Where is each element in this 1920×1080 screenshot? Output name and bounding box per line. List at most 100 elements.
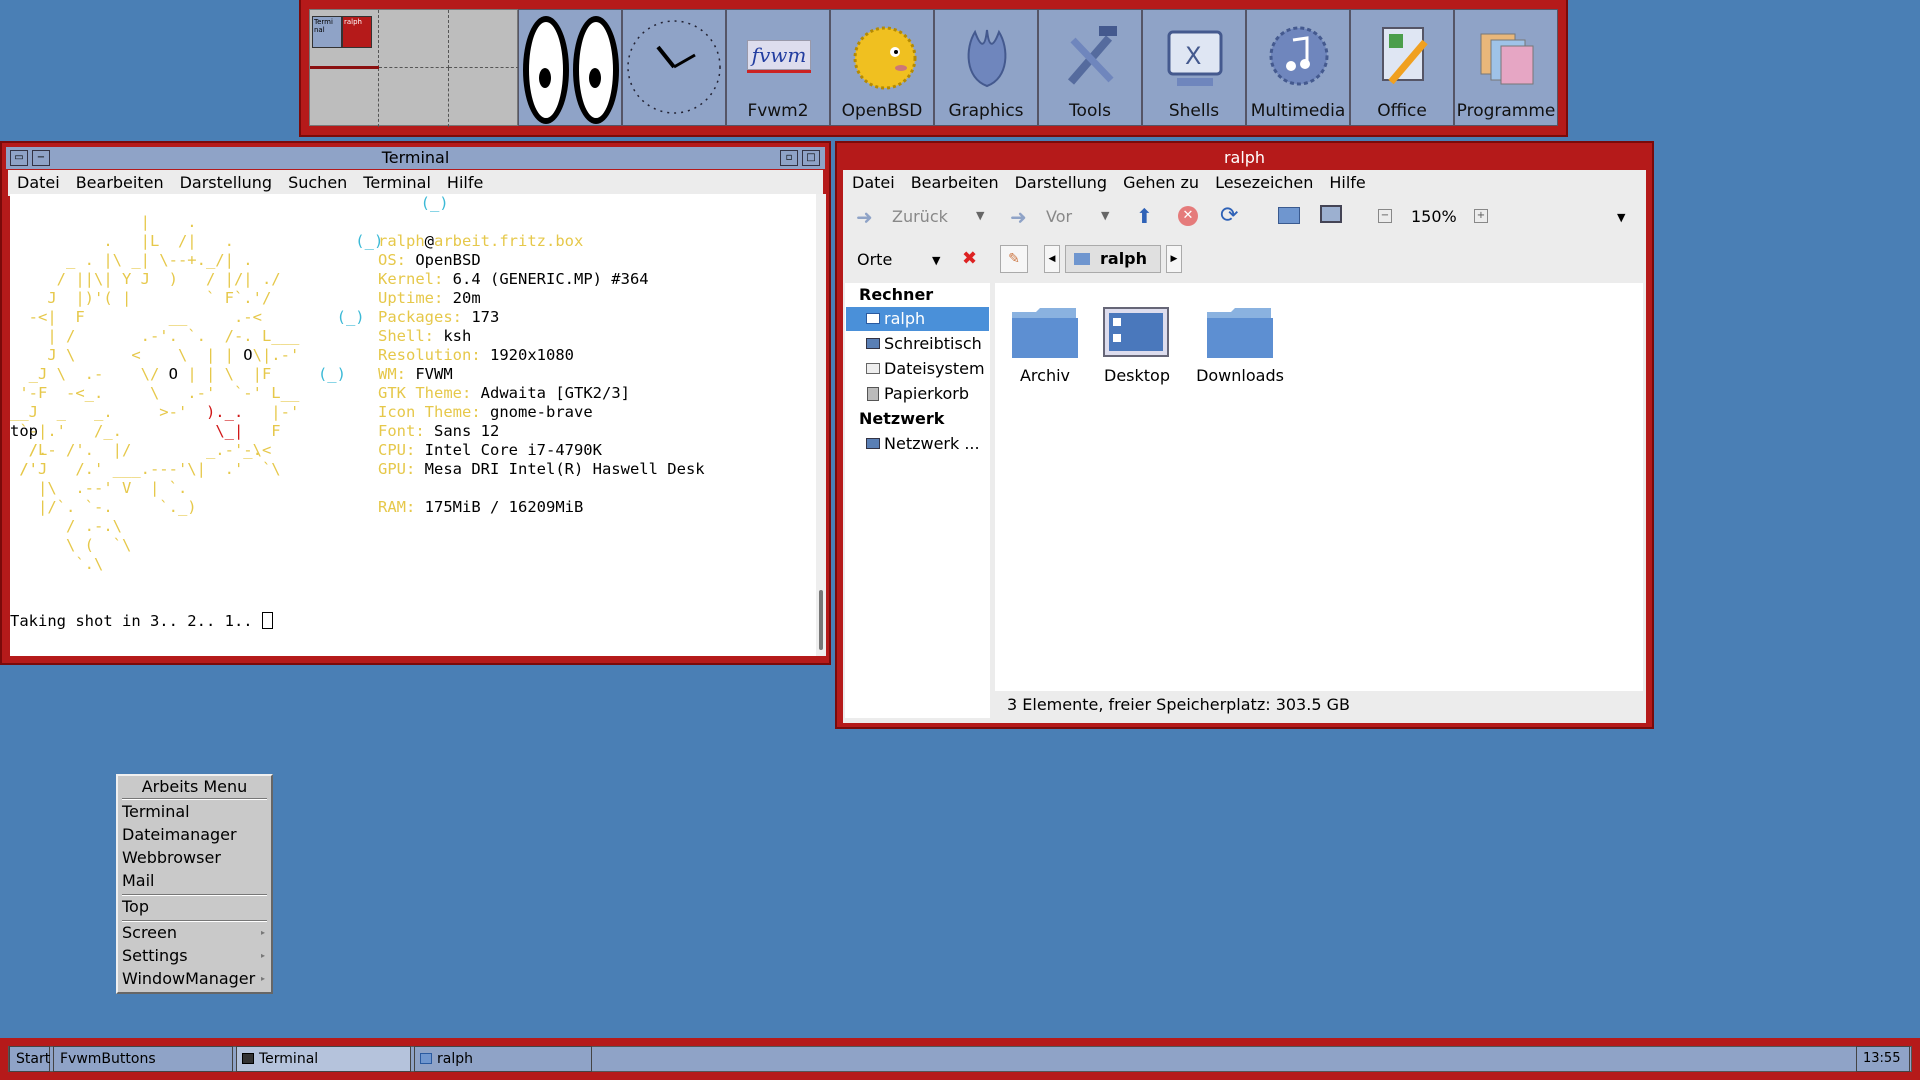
edit-location-icon[interactable]: ✎ xyxy=(1000,245,1028,273)
taskbar-item-ralph[interactable]: ralph xyxy=(414,1046,592,1072)
fvwm2-button[interactable]: fvwm Fvwm2 xyxy=(726,9,830,126)
fm-menu-darstellung[interactable]: Darstellung xyxy=(1015,173,1107,192)
computer-icon[interactable] xyxy=(1320,205,1342,223)
office-button[interactable]: Office xyxy=(1350,9,1454,126)
fm-menu-lesezeichen[interactable]: Lesezeichen xyxy=(1215,173,1313,192)
neofetch-key: OS: xyxy=(378,251,406,269)
sidebar-label-dateisystem: Dateisystem xyxy=(884,359,985,378)
multimedia-button[interactable]: Multimedia xyxy=(1246,9,1350,126)
neofetch-header: ralph@arbeit.fritz.box xyxy=(378,232,583,251)
pager-desk-3[interactable] xyxy=(449,10,519,68)
pager-mini-ralph[interactable]: ralph xyxy=(342,16,372,48)
sidebar-item-ralph[interactable]: ralph xyxy=(846,307,989,331)
forward-dropdown-icon[interactable]: ▼ xyxy=(1101,209,1109,222)
terminal-menu-terminal[interactable]: Terminal xyxy=(363,173,431,192)
pager-mini-terminal[interactable]: Termi nal xyxy=(312,16,342,48)
forward-arrow-icon[interactable]: ➜ xyxy=(1010,205,1027,229)
menu-item-webbrowser[interactable]: Webbrowser xyxy=(122,848,221,867)
file-item-desktop[interactable]: Desktop xyxy=(1102,304,1172,385)
zoom-out-icon[interactable]: − xyxy=(1378,209,1392,223)
shade-icon[interactable]: − xyxy=(32,150,50,166)
tools-button[interactable]: Tools xyxy=(1038,9,1142,126)
menu-item-mail[interactable]: Mail xyxy=(122,871,155,890)
programme-button[interactable]: Programme xyxy=(1454,9,1558,126)
path-left-icon[interactable]: ◀ xyxy=(1044,245,1060,273)
graphics-button[interactable]: Graphics xyxy=(934,9,1038,126)
submenu-arrow-icon: ▸ xyxy=(261,951,266,960)
menu-item-screen[interactable]: Screen xyxy=(122,923,177,942)
terminal-scroll-thumb[interactable] xyxy=(819,590,823,650)
terminal-menu-datei[interactable]: Datei xyxy=(17,173,60,192)
neofetch-value: gnome-brave xyxy=(490,403,593,421)
fm-menu-bearbeiten[interactable]: Bearbeiten xyxy=(911,173,999,192)
pager-desk-2[interactable] xyxy=(379,10,449,68)
menu-item-top[interactable]: Top xyxy=(122,897,149,916)
places-selector-label[interactable]: Orte xyxy=(857,250,892,269)
reload-icon[interactable]: ⟳ xyxy=(1220,203,1238,228)
path-ralph-button[interactable]: ralph xyxy=(1065,245,1161,273)
stop-icon[interactable]: ✕ xyxy=(1178,206,1198,226)
pager-desk-6[interactable] xyxy=(449,68,519,127)
pager-desk-4[interactable] xyxy=(310,68,379,127)
prompt-text: Taking shot in 3.. 2.. 1.. xyxy=(10,612,262,630)
sidebar-item-papierkorb[interactable]: Papierkorb xyxy=(846,382,989,406)
terminal-menu-suchen[interactable]: Suchen xyxy=(288,173,347,192)
rechner-heading: Rechner xyxy=(859,285,934,304)
file-item-downloads[interactable]: Downloads xyxy=(1196,304,1284,385)
filemanager-titlebar[interactable]: ralph xyxy=(841,147,1648,169)
back-dropdown-icon[interactable]: ▼ xyxy=(976,209,984,222)
network-icon xyxy=(866,438,880,449)
fm-menu-hilfe[interactable]: Hilfe xyxy=(1329,173,1365,192)
sidebar-item-schreibtisch[interactable]: Schreibtisch xyxy=(846,332,989,356)
maximize-icon[interactable]: □ xyxy=(802,150,820,166)
taskbar-item-terminal[interactable]: Terminal xyxy=(236,1046,411,1072)
sidebar-item-netzwerk[interactable]: Netzwerk ... xyxy=(846,432,989,456)
path-home-icon xyxy=(1074,253,1090,265)
sidebar-item-dateisystem[interactable]: Dateisystem xyxy=(846,357,989,381)
fvwm-logo-text: fvwm xyxy=(747,40,811,70)
neofetch-line: RAM: 175MiB / 16209MiB xyxy=(378,498,583,517)
terminal-menu-hilfe[interactable]: Hilfe xyxy=(447,173,483,192)
filemanager-menubar: Datei Bearbeiten Darstellung Gehen zu Leseze… xyxy=(843,170,1646,196)
menu-item-dateimanager[interactable]: Dateimanager xyxy=(122,825,237,844)
shells-label: Shells xyxy=(1168,101,1220,121)
terminal-menu-darstellung[interactable]: Darstellung xyxy=(180,173,272,192)
graphics-label: Graphics xyxy=(948,101,1024,121)
toolbar-overflow-icon[interactable]: ▼ xyxy=(1617,211,1625,224)
office-pen-icon xyxy=(1371,18,1435,94)
openbsd-button[interactable]: OpenBSD xyxy=(830,9,934,126)
terminal-scrollbar[interactable] xyxy=(816,194,826,656)
neofetch-value: OpenBSD xyxy=(415,251,481,269)
close-sidebar-icon[interactable]: ✖ xyxy=(962,248,977,269)
fm-menu-gehen-zu[interactable]: Gehen zu xyxy=(1123,173,1199,192)
terminal-content[interactable]: (_) | . . |L /| . (_) _ . |\ _| \--+._/|… xyxy=(10,194,816,656)
terminal-titlebar[interactable]: Terminal xyxy=(6,147,825,169)
terminal-prompt[interactable]: Taking shot in 3.. 2.. 1.. xyxy=(10,612,273,631)
back-button[interactable]: ➜ xyxy=(856,205,873,229)
taskbar-item-fvwmbuttons[interactable]: FvwmButtons xyxy=(53,1046,233,1072)
desktop-pager[interactable]: Termi nal ralph xyxy=(309,9,519,127)
pager-desk-5[interactable] xyxy=(379,68,449,127)
path-right-icon[interactable]: ▶ xyxy=(1166,245,1182,273)
zoom-in-icon[interactable]: + xyxy=(1474,209,1488,223)
up-arrow-icon[interactable]: ⬆ xyxy=(1136,204,1153,228)
menu-item-windowmanager[interactable]: WindowManager xyxy=(122,969,255,988)
header-user: ralph xyxy=(378,232,425,250)
shells-button[interactable]: X Shells xyxy=(1142,9,1246,126)
terminal-title: Terminal xyxy=(381,148,450,167)
file-item-archiv[interactable]: Archiv xyxy=(1010,304,1080,385)
file-view[interactable] xyxy=(995,283,1643,691)
neofetch-line: Packages: 173 xyxy=(378,308,499,327)
start-button[interactable]: Start xyxy=(9,1046,50,1072)
terminal-menubar: Datei Bearbeiten Darstellung Suchen Terminal… xyxy=(8,170,823,196)
terminal-menu-bearbeiten[interactable]: Bearbeiten xyxy=(76,173,164,192)
file-label-downloads: Downloads xyxy=(1196,366,1284,385)
menu-item-terminal[interactable]: Terminal xyxy=(122,802,190,821)
places-dropdown-icon[interactable]: ▼ xyxy=(932,254,940,267)
window-menu-icon[interactable]: ▭ xyxy=(10,150,28,166)
trash-icon xyxy=(867,387,879,401)
fm-menu-datei[interactable]: Datei xyxy=(852,173,895,192)
minimize-icon[interactable]: ▫ xyxy=(780,150,798,166)
menu-item-settings[interactable]: Settings xyxy=(122,946,188,965)
home-folder-icon[interactable] xyxy=(1278,207,1300,224)
